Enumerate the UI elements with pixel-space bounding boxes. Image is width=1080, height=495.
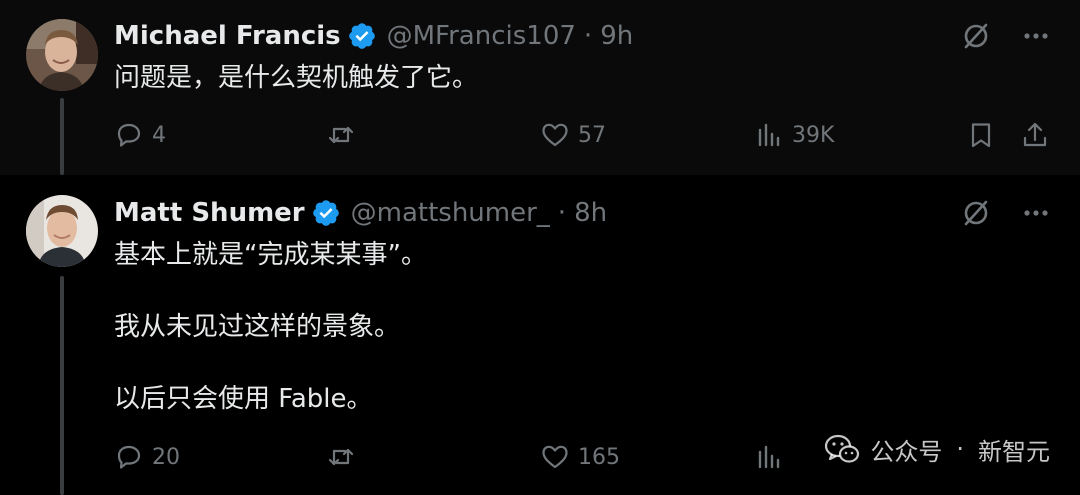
- views-button[interactable]: 39K: [754, 115, 834, 155]
- heart-icon: [542, 123, 568, 147]
- wechat-icon: [825, 434, 860, 463]
- tweet-top-actions: [960, 197, 1052, 229]
- like-count: 57: [578, 122, 606, 148]
- retweet-icon: [328, 448, 354, 466]
- heart-icon: [542, 445, 568, 469]
- reply-icon: [117, 445, 141, 469]
- verified-badge-icon: [311, 198, 341, 228]
- avatar[interactable]: [26, 19, 98, 91]
- more-icon[interactable]: [1020, 197, 1052, 229]
- watermark-account: 新智元: [978, 437, 1050, 466]
- share-icon: [1023, 122, 1047, 147]
- author-name[interactable]: Michael Francis: [114, 21, 341, 51]
- like-count: 165: [578, 444, 620, 470]
- tweet-actions: 4 57 39K: [0, 115, 1080, 155]
- avatar[interactable]: [26, 195, 98, 267]
- reply-count: 4: [152, 122, 166, 148]
- like-button[interactable]: 165: [540, 437, 620, 477]
- reply-icon: [117, 123, 141, 147]
- more-icon[interactable]: [1020, 20, 1052, 52]
- timestamp[interactable]: 8h: [574, 198, 607, 228]
- retweet-icon: [328, 126, 354, 144]
- watermark: 公众号 · 新智元: [822, 429, 1050, 469]
- tweet-paragraph: 基本上就是“完成某某事”。: [114, 240, 427, 270]
- author-handle[interactable]: @MFrancis107: [387, 21, 576, 51]
- like-button[interactable]: 57: [540, 115, 606, 155]
- retweet-button[interactable]: [326, 437, 364, 477]
- watermark-label: 公众号: [870, 437, 943, 466]
- grok-icon[interactable]: [960, 197, 992, 229]
- tweet-text: 基本上就是“完成某某事”。 我从未见过这样的景象。 以后只会使用 Fable。: [114, 237, 1040, 417]
- views-count: 39K: [792, 122, 835, 148]
- timeline: Michael Francis @MFrancis107 · 9h 问题是，是什…: [0, 0, 1080, 495]
- grok-icon[interactable]: [960, 20, 992, 52]
- tweet-paragraph: 以后只会使用 Fable。: [114, 384, 373, 414]
- tweet-header: Michael Francis @MFrancis107 · 9h: [114, 18, 633, 54]
- share-button[interactable]: [1020, 115, 1050, 155]
- tweet[interactable]: Michael Francis @MFrancis107 · 9h 问题是，是什…: [0, 0, 1080, 175]
- author-handle[interactable]: @mattshumer_: [351, 198, 550, 228]
- tweet-header: Matt Shumer @mattshumer_ · 8h: [114, 195, 607, 231]
- separator-dot: ·: [557, 198, 567, 228]
- reply-count: 20: [152, 444, 180, 470]
- verified-badge-icon: [347, 21, 377, 51]
- views-chart-icon: [758, 445, 780, 469]
- retweet-button[interactable]: [326, 115, 364, 155]
- tweet-top-actions: [960, 20, 1052, 52]
- views-button[interactable]: [754, 437, 792, 477]
- tweet-text: 问题是，是什么契机触发了它。: [114, 60, 1040, 96]
- tweet-paragraph: 问题是，是什么契机触发了它。: [114, 63, 479, 93]
- tweet-paragraph: 我从未见过这样的景象。: [114, 312, 401, 342]
- author-name[interactable]: Matt Shumer: [114, 198, 305, 228]
- views-chart-icon: [758, 123, 780, 147]
- timestamp[interactable]: 9h: [600, 21, 633, 51]
- separator-dot: ·: [583, 21, 593, 51]
- watermark-separator: ·: [956, 435, 964, 463]
- reply-button[interactable]: 20: [114, 437, 180, 477]
- bookmark-button[interactable]: [966, 115, 996, 155]
- reply-button[interactable]: 4: [114, 115, 166, 155]
- bookmark-icon: [971, 123, 991, 148]
